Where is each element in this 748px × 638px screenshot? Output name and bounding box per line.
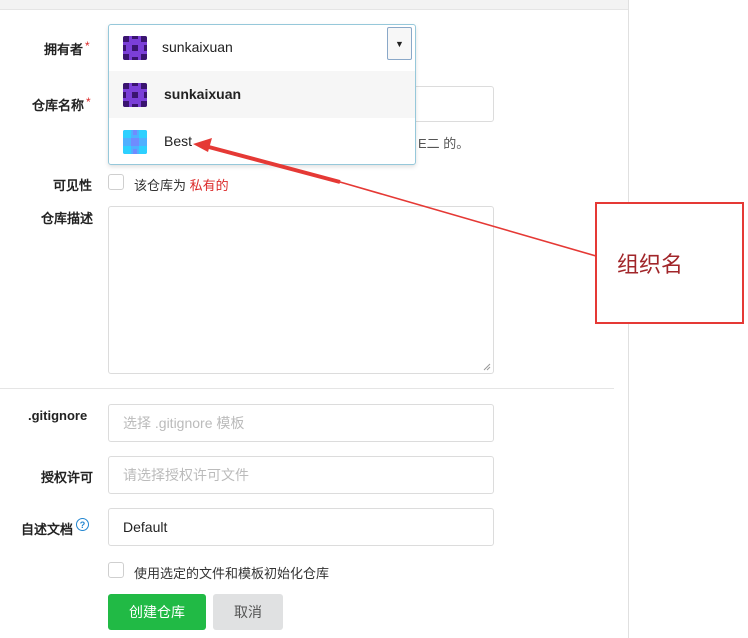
visibility-private-text: 私有的 xyxy=(189,178,229,193)
repo-name-label: 仓库名称 * xyxy=(32,95,91,114)
owner-option-best[interactable]: Best xyxy=(109,118,415,165)
readme-value: Default xyxy=(123,519,168,535)
visibility-text-prefix: 该仓库为 xyxy=(134,178,187,193)
help-icon[interactable]: ? xyxy=(76,518,89,531)
section-divider xyxy=(0,388,614,389)
description-label: 仓库描述 xyxy=(41,211,94,226)
chevron-down-icon[interactable]: ▼ xyxy=(387,27,412,60)
init-checkbox-text: 使用选定的文件和模板初始化仓库 xyxy=(134,566,330,581)
owner-option-label: sunkaixuan xyxy=(164,86,242,102)
create-repo-button[interactable]: 创建仓库 xyxy=(108,594,206,630)
gitignore-label: .gitignore xyxy=(28,408,88,423)
org-avatar-icon xyxy=(123,130,147,154)
user-avatar-icon xyxy=(123,83,147,107)
owner-option-label: Best xyxy=(164,133,193,149)
resize-handle-icon[interactable] xyxy=(483,363,491,371)
owner-label: 拥有者 * xyxy=(44,39,90,58)
private-checkbox[interactable] xyxy=(108,174,124,190)
owner-avatar-icon xyxy=(123,36,147,60)
license-placeholder: 请选择授权许可文件 xyxy=(123,467,249,483)
owner-required-mark: * xyxy=(85,39,90,53)
top-bar xyxy=(0,0,629,10)
annotation-text: 组织名 xyxy=(617,253,684,278)
owner-dropdown-selected[interactable]: sunkaixuan ▼ xyxy=(109,25,415,71)
readme-label: 自述文档 xyxy=(21,522,74,537)
license-label: 授权许可 xyxy=(41,470,94,485)
annotation-box: 组织名 xyxy=(595,202,744,324)
gitignore-select[interactable]: 选择 .gitignore 模板 xyxy=(108,404,494,442)
owner-label-text: 拥有者 xyxy=(44,42,84,57)
gitignore-placeholder: 选择 .gitignore 模板 xyxy=(123,415,245,431)
repo-name-label-text: 仓库名称 xyxy=(32,98,85,113)
cancel-button[interactable]: 取消 xyxy=(213,594,283,630)
visibility-label: 可见性 xyxy=(53,178,93,193)
owner-dropdown[interactable]: sunkaixuan ▼ sunkaixuan Best xyxy=(108,24,416,165)
repo-name-hint: E二 的。 xyxy=(418,136,470,151)
repo-name-required-mark: * xyxy=(86,95,91,109)
license-select[interactable]: 请选择授权许可文件 xyxy=(108,456,494,494)
description-textarea[interactable] xyxy=(108,206,494,374)
owner-option-sunkaixuan[interactable]: sunkaixuan xyxy=(109,71,415,118)
owner-selected-text: sunkaixuan xyxy=(162,39,233,55)
init-checkbox[interactable] xyxy=(108,562,124,578)
readme-select[interactable]: Default xyxy=(108,508,494,546)
visibility-text: 该仓库为 私有的 xyxy=(134,175,229,194)
